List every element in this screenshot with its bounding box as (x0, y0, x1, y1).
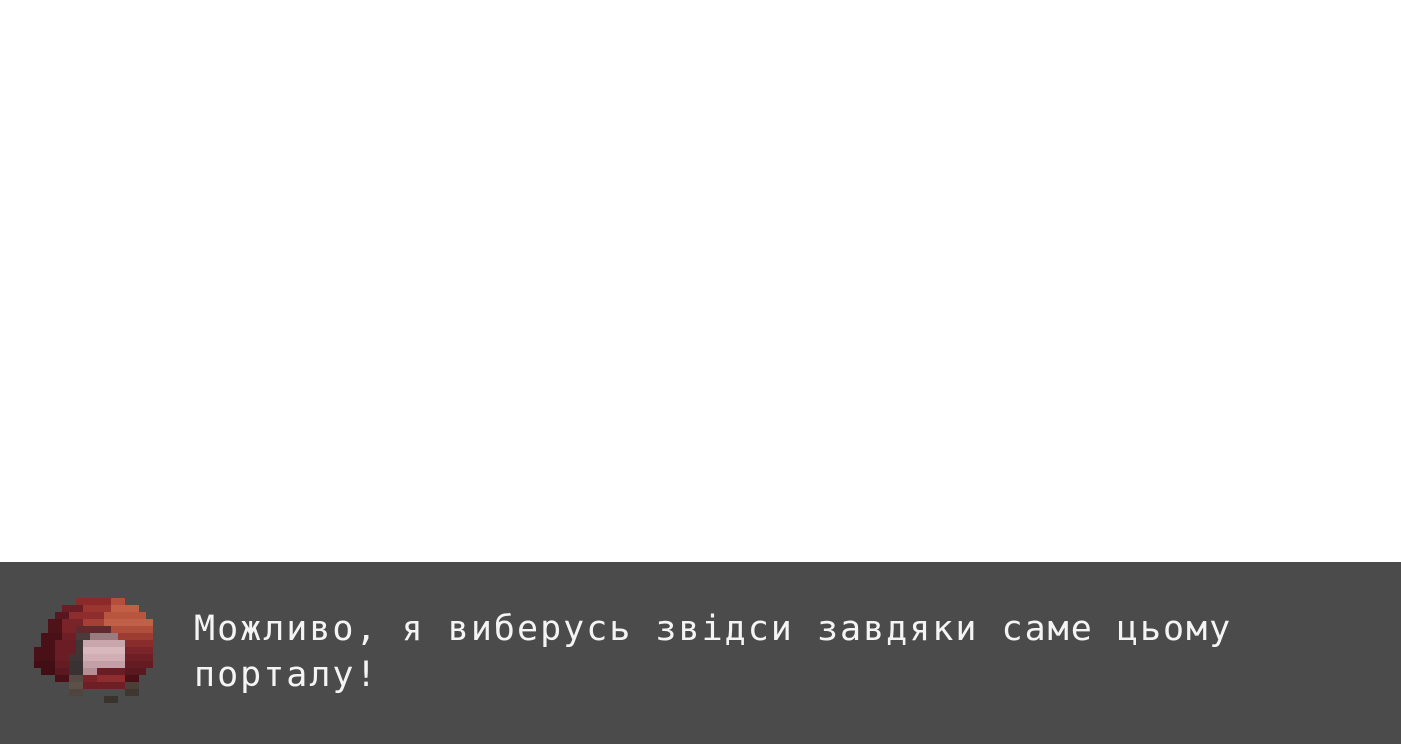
dialog-box[interactable]: Можливо, я виберусь звідси завдяки саме … (0, 562, 1401, 744)
red-hooded-girl-portrait-icon (34, 598, 153, 703)
dialog-text: Можливо, я виберусь звідси завдяки саме … (194, 609, 1233, 695)
speaker-portrait-icon (34, 596, 160, 712)
game-viewport: Можливо, я виберусь звідси завдяки саме … (0, 0, 1401, 744)
